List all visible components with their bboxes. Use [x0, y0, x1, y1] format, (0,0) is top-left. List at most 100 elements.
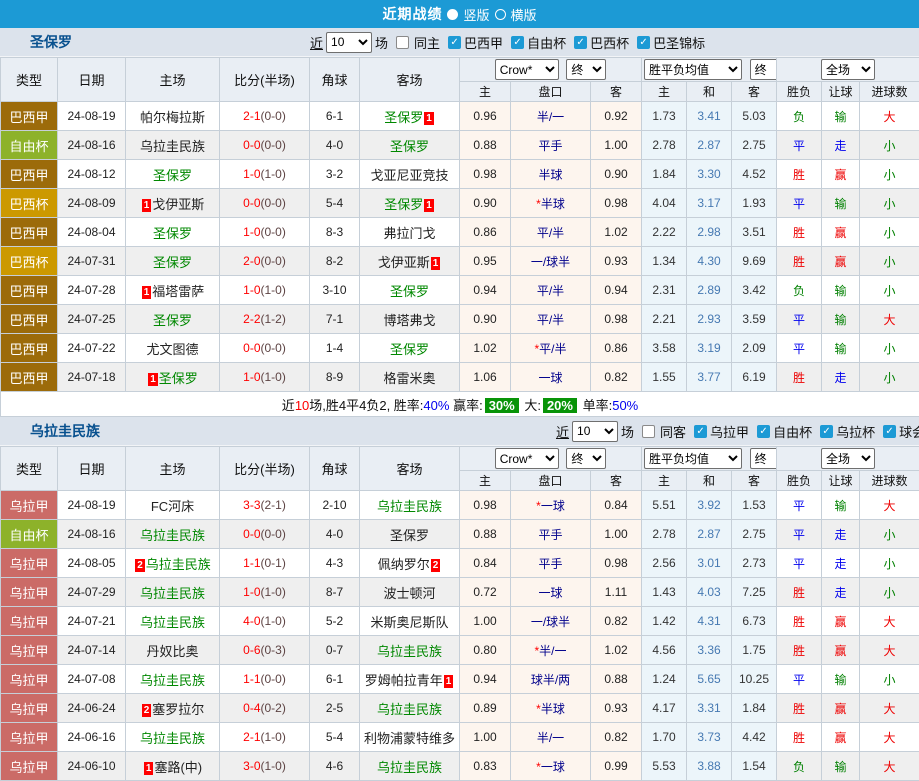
- team-name-link[interactable]: 圣保罗: [153, 226, 192, 241]
- team-name-link[interactable]: 圣保罗: [390, 284, 429, 299]
- team-name-link[interactable]: 乌拉圭民族: [377, 499, 442, 514]
- mean-odds-select[interactable]: 胜平负均值: [644, 59, 742, 80]
- team-name-link[interactable]: 乌拉圭民族: [146, 557, 211, 572]
- team-name-link[interactable]: 丹奴比奥: [146, 644, 198, 659]
- corner-cell: 6-1: [310, 665, 360, 694]
- team-name-link[interactable]: 圣保罗: [153, 255, 192, 270]
- league-checkbox[interactable]: ✓: [757, 425, 770, 438]
- team-name-link[interactable]: FC河床: [151, 499, 194, 514]
- match-row: 乌拉甲24-08-052乌拉圭民族1-1(0-1)4-3佩纳罗尔20.84平手0…: [1, 549, 919, 578]
- team-name-link[interactable]: 利物浦蒙特维多: [364, 731, 455, 746]
- team-name-link[interactable]: 乌拉圭民族: [377, 702, 442, 717]
- mean-away-cell: 3.51: [732, 218, 777, 247]
- away-team-cell: 波士顿河: [360, 578, 460, 607]
- team-name-link[interactable]: 圣保罗: [390, 342, 429, 357]
- corner-cell: 4-0: [310, 131, 360, 160]
- team-name-link[interactable]: 圣保罗: [390, 139, 429, 154]
- team-name-link[interactable]: 圣保罗: [153, 168, 192, 183]
- team-name-link[interactable]: 弗拉门戈: [383, 226, 435, 241]
- away-team-cell: 乌拉圭民族: [360, 491, 460, 520]
- team-name-link[interactable]: 乌拉圭民族: [140, 673, 205, 688]
- league-type-cell: 乌拉甲: [1, 665, 58, 694]
- match-count-select[interactable]: 10: [326, 32, 372, 53]
- match-count-select[interactable]: 10: [572, 421, 618, 442]
- team-name-link[interactable]: 佩纳罗尔: [378, 557, 430, 572]
- team-name-link[interactable]: 罗姆帕拉青年: [365, 673, 443, 688]
- team-name-link[interactable]: 波士顿河: [383, 586, 435, 601]
- league-checkbox[interactable]: ✓: [694, 425, 707, 438]
- away-odds-cell: 1.11: [591, 578, 642, 607]
- league-type-cell: 巴西甲: [1, 102, 58, 131]
- team-name-link[interactable]: 戈伊亚斯: [378, 255, 430, 270]
- team-name-link[interactable]: 戈伊亚斯: [152, 197, 204, 212]
- horizontal-layout-radio[interactable]: [495, 9, 506, 20]
- mean-home-cell: 5.51: [642, 491, 687, 520]
- team-name-link[interactable]: 乌拉圭民族: [140, 586, 205, 601]
- bookmaker-select[interactable]: Crow*: [495, 448, 559, 469]
- results-table-sao-paulo: 类型 日期 主场 比分(半场) 角球 客场 Crow* 终 胜平负均值 终 全场…: [0, 57, 919, 417]
- team-name-link[interactable]: 塞罗拉尔: [152, 702, 204, 717]
- away-odds-cell: 0.82: [591, 607, 642, 636]
- match-row: 乌拉甲24-06-242塞罗拉尔0-4(0-2)2-5乌拉圭民族0.89*半球0…: [1, 694, 919, 723]
- same-venue-checkbox[interactable]: [642, 425, 655, 438]
- handicap-result-cell: 赢: [822, 694, 860, 723]
- mean-home-cell: 2.22: [642, 218, 687, 247]
- match-scope-select[interactable]: 全场: [821, 448, 875, 469]
- col-header-handicap-result: 让球: [822, 82, 860, 102]
- result-cell: 胜: [777, 218, 822, 247]
- league-checkbox[interactable]: ✓: [448, 36, 461, 49]
- mean-select-group: 胜平负均值 终: [642, 58, 777, 82]
- bookmaker-select[interactable]: Crow*: [495, 59, 559, 80]
- league-checkbox[interactable]: ✓: [883, 425, 896, 438]
- team-name-link[interactable]: 乌拉圭民族: [140, 139, 205, 154]
- mean-away-cell: 4.42: [732, 723, 777, 752]
- home-team-cell: 1圣保罗: [126, 363, 220, 392]
- final-mean-select[interactable]: 终: [750, 448, 777, 469]
- mean-home-cell: 2.56: [642, 549, 687, 578]
- team-name-link[interactable]: 米斯奥尼斯队: [370, 615, 448, 630]
- col-header-odds-home: 主: [460, 82, 511, 102]
- team-name-link[interactable]: 圣保罗: [159, 371, 198, 386]
- team-name-link[interactable]: 乌拉圭民族: [377, 760, 442, 775]
- league-checkbox[interactable]: ✓: [637, 36, 650, 49]
- initial-handicap-star: *: [536, 760, 541, 774]
- team-name-link[interactable]: 圣保罗: [384, 197, 423, 212]
- mean-draw-cell: 4.30: [687, 247, 732, 276]
- mean-odds-select[interactable]: 胜平负均值: [644, 448, 742, 469]
- mean-home-cell: 1.55: [642, 363, 687, 392]
- goals-over-under-cell: 小: [860, 334, 919, 363]
- team-name-link[interactable]: 圣保罗: [390, 528, 429, 543]
- team-name-link[interactable]: 博塔弗戈: [383, 313, 435, 328]
- team-name-link[interactable]: 尤文图德: [146, 342, 198, 357]
- home-odds-cell: 0.88: [460, 131, 511, 160]
- team-name-link[interactable]: 戈亚尼亚竞技: [370, 168, 448, 183]
- team-name-link[interactable]: 乌拉圭民族: [140, 731, 205, 746]
- match-row: 乌拉甲24-07-21乌拉圭民族4-0(1-0)5-2米斯奥尼斯队1.00一/球…: [1, 607, 919, 636]
- final-mean-select[interactable]: 终: [750, 59, 777, 80]
- league-checkbox[interactable]: ✓: [820, 425, 833, 438]
- team-name-link[interactable]: 圣保罗: [153, 313, 192, 328]
- team-name-link[interactable]: 乌拉圭民族: [140, 615, 205, 630]
- same-venue-checkbox[interactable]: [396, 36, 409, 49]
- league-type-cell: 巴西杯: [1, 247, 58, 276]
- score-cell: 0-0(0-0): [220, 189, 310, 218]
- team-name-link[interactable]: 乌拉圭民族: [140, 528, 205, 543]
- league-checkbox[interactable]: ✓: [511, 36, 524, 49]
- team-name-link[interactable]: 福塔雷萨: [152, 284, 204, 299]
- score-cell: 1-0(0-0): [220, 218, 310, 247]
- away-team-cell: 圣保罗: [360, 276, 460, 305]
- vertical-layout-radio[interactable]: [447, 9, 458, 20]
- final-odds-select[interactable]: 终: [566, 59, 606, 80]
- team-name-link[interactable]: 乌拉圭民族: [377, 644, 442, 659]
- team-name-link[interactable]: 格雷米奥: [383, 371, 435, 386]
- league-checkbox[interactable]: ✓: [574, 36, 587, 49]
- final-odds-select[interactable]: 终: [566, 448, 606, 469]
- team-name-link[interactable]: 塞路(中): [154, 760, 202, 775]
- scope-select-group: 全场: [777, 447, 919, 471]
- team-name-link[interactable]: 帕尔梅拉斯: [140, 110, 205, 125]
- score-cell: 1-1(0-0): [220, 665, 310, 694]
- home-odds-cell: 0.98: [460, 160, 511, 189]
- team-name-link[interactable]: 圣保罗: [384, 110, 423, 125]
- away-team-cell: 戈伊亚斯1: [360, 247, 460, 276]
- match-scope-select[interactable]: 全场: [821, 59, 875, 80]
